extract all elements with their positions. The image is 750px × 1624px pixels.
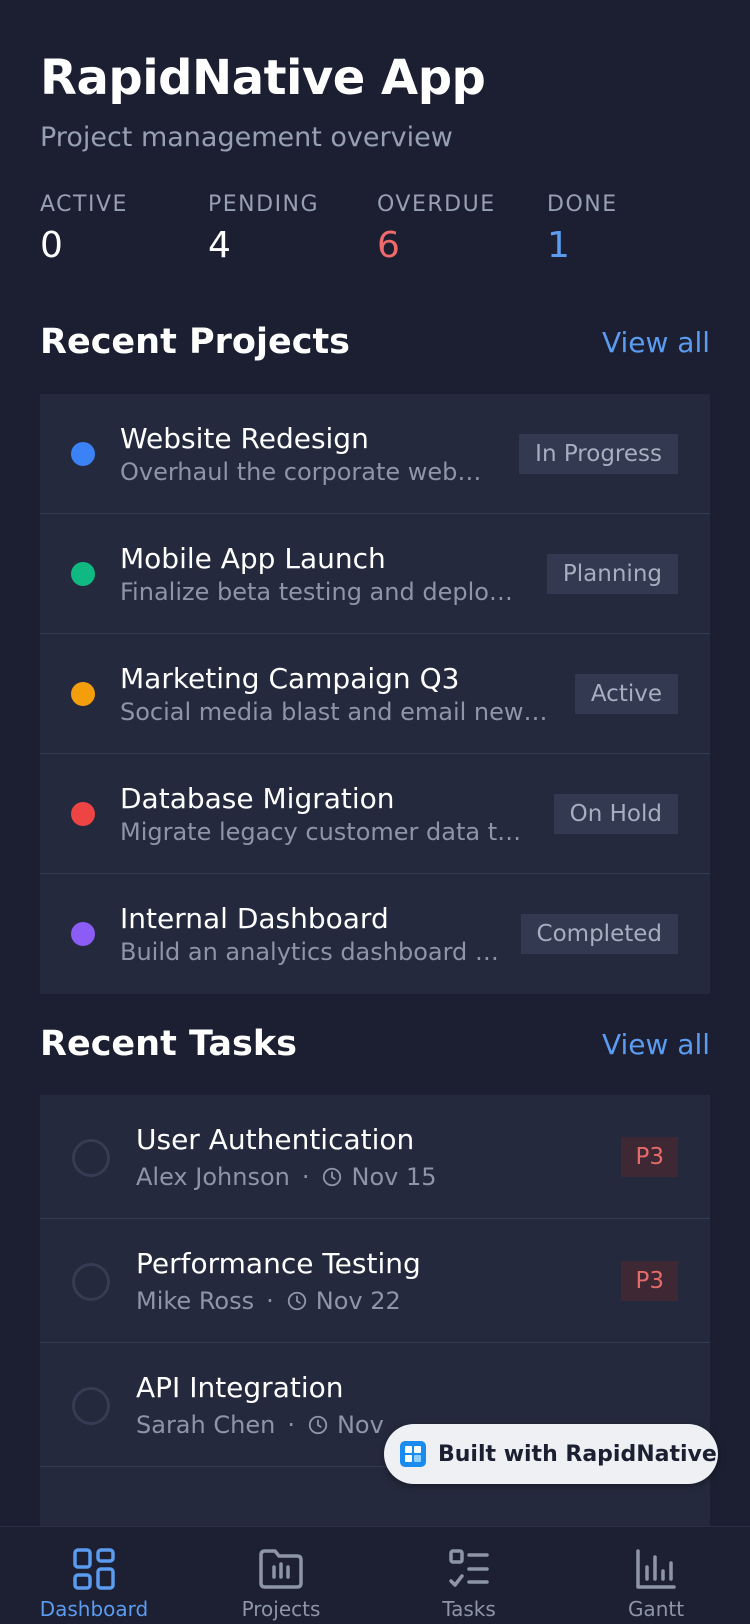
task-priority-badge: P3 [621, 1137, 678, 1177]
clock-icon [323, 1167, 342, 1187]
project-row[interactable]: Database Migration Migrate legacy custom… [40, 754, 710, 874]
stat-label: PENDING [208, 192, 320, 217]
stat-label: DONE [547, 192, 618, 217]
tab-dashboard[interactable]: Dashboard [0, 1527, 188, 1624]
project-status-badge: Active [574, 674, 678, 714]
project-color-dot [71, 442, 95, 466]
meta-separator: · [266, 1287, 274, 1315]
project-name: Internal Dashboard [120, 902, 389, 935]
tab-label: Gantt [627, 1597, 685, 1621]
tab-projects[interactable]: Projects [187, 1527, 375, 1624]
task-meta: Mike Ross · Nov 22 [136, 1287, 401, 1315]
dashboard-grid-icon [73, 1548, 115, 1590]
project-row[interactable]: Marketing Campaign Q3 Social media blast… [40, 634, 710, 754]
task-assignee: Alex Johnson [136, 1163, 290, 1191]
project-name: Mobile App Launch [120, 542, 386, 575]
project-description: Build an analytics dashboard for... [120, 938, 500, 966]
task-row[interactable]: Performance Testing Mike Ross · Nov 22 P… [40, 1219, 710, 1343]
project-description: Social media blast and email newslet... [120, 698, 550, 726]
badge-text: Built with RapidNative [438, 1441, 717, 1467]
stats-row: ACTIVE 0 PENDING 4 OVERDUE 6 DONE 1 [40, 192, 740, 272]
task-name: User Authentication [136, 1123, 415, 1156]
project-color-dot [71, 802, 95, 826]
project-status-badge: Completed [520, 914, 678, 954]
tab-label: Projects [241, 1597, 321, 1621]
page-subtitle: Project management overview [40, 122, 453, 153]
stat-done: DONE 1 [547, 192, 717, 266]
task-due-date: Nov [336, 1411, 384, 1439]
task-priority-badge: P3 [621, 1261, 678, 1301]
project-color-dot [71, 922, 95, 946]
dashboard-screen: RapidNative App Project management overv… [0, 0, 750, 1624]
project-name: Database Migration [120, 782, 395, 815]
projects-list: Website Redesign Overhaul the corporate … [40, 394, 710, 994]
project-row[interactable]: Website Redesign Overhaul the corporate … [40, 394, 710, 514]
project-status-badge: On Hold [553, 794, 678, 834]
project-description: Overhaul the corporate website... [120, 458, 492, 486]
project-name: Website Redesign [120, 422, 369, 455]
stat-pending: PENDING 4 [208, 192, 378, 266]
page-title: RapidNative App [40, 50, 486, 106]
recent-projects-heading: Recent Projects [40, 322, 351, 362]
tab-label: Tasks [442, 1597, 496, 1621]
project-name: Marketing Campaign Q3 [120, 662, 460, 695]
task-meta: Sarah Chen · Nov [136, 1411, 384, 1439]
stat-active: ACTIVE 0 [40, 192, 210, 266]
folder-icon [259, 1549, 303, 1589]
task-due-date: Nov 15 [351, 1163, 437, 1191]
project-status-badge: In Progress [519, 434, 678, 474]
rapidnative-logo-icon [400, 1441, 426, 1467]
stat-overdue: OVERDUE 6 [377, 192, 547, 266]
project-color-dot [71, 562, 95, 586]
recent-tasks-heading: Recent Tasks [40, 1024, 297, 1064]
stat-value: 6 [377, 225, 400, 266]
tab-tasks[interactable]: Tasks [375, 1527, 563, 1624]
stat-value: 0 [40, 225, 63, 266]
task-due-date: Nov 22 [315, 1287, 401, 1315]
stat-label: OVERDUE [377, 192, 496, 217]
tasks-view-all-link[interactable]: View all [602, 1028, 710, 1061]
project-description: Migrate legacy customer data to th... [120, 818, 526, 846]
task-meta: Alex Johnson · Nov 15 [136, 1163, 437, 1191]
task-name: API Integration [136, 1371, 344, 1404]
meta-separator: · [301, 1163, 310, 1191]
task-list-icon [449, 1549, 489, 1587]
task-checkbox[interactable] [72, 1387, 110, 1425]
project-color-dot [71, 682, 95, 706]
bar-chart-icon [636, 1549, 676, 1589]
projects-view-all-link[interactable]: View all [602, 326, 710, 359]
project-status-badge: Planning [546, 554, 678, 594]
clock-icon [287, 1291, 306, 1311]
tab-gantt[interactable]: Gantt [562, 1527, 750, 1624]
stat-label: ACTIVE [40, 192, 128, 217]
stat-value: 1 [547, 225, 570, 266]
task-row[interactable]: User Authentication Alex Johnson · Nov 1… [40, 1095, 710, 1219]
stat-value: 4 [208, 225, 231, 266]
task-assignee: Mike Ross [136, 1287, 255, 1315]
meta-separator: · [287, 1411, 295, 1439]
task-checkbox[interactable] [72, 1139, 110, 1177]
project-row[interactable]: Internal Dashboard Build an analytics da… [40, 874, 710, 994]
built-with-rapidnative-badge[interactable]: Built with RapidNative [384, 1424, 718, 1484]
tab-label: Dashboard [39, 1597, 149, 1621]
project-description: Finalize beta testing and deploy to... [120, 578, 520, 606]
project-row[interactable]: Mobile App Launch Finalize beta testing … [40, 514, 710, 634]
bottom-tab-bar: Dashboard Projects Tasks Gantt [0, 1526, 750, 1624]
task-assignee: Sarah Chen [136, 1411, 276, 1439]
task-checkbox[interactable] [72, 1263, 110, 1301]
clock-icon [308, 1415, 328, 1435]
task-name: Performance Testing [136, 1247, 421, 1280]
